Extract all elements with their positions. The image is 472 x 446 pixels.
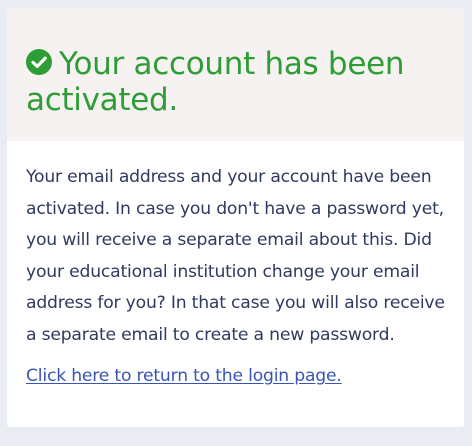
card-header: Your account has been activated. <box>7 8 464 141</box>
check-circle-icon <box>26 47 52 75</box>
card-body: Your email address and your account have… <box>7 141 464 388</box>
activation-card: Your account has been activated. Your em… <box>7 8 464 427</box>
title-text: Your account has been activated. <box>26 46 405 118</box>
return-to-login-link[interactable]: Click here to return to the login page. <box>26 364 342 388</box>
page-title: Your account has been activated. <box>26 46 445 118</box>
activation-message: Your email address and your account have… <box>26 167 445 345</box>
